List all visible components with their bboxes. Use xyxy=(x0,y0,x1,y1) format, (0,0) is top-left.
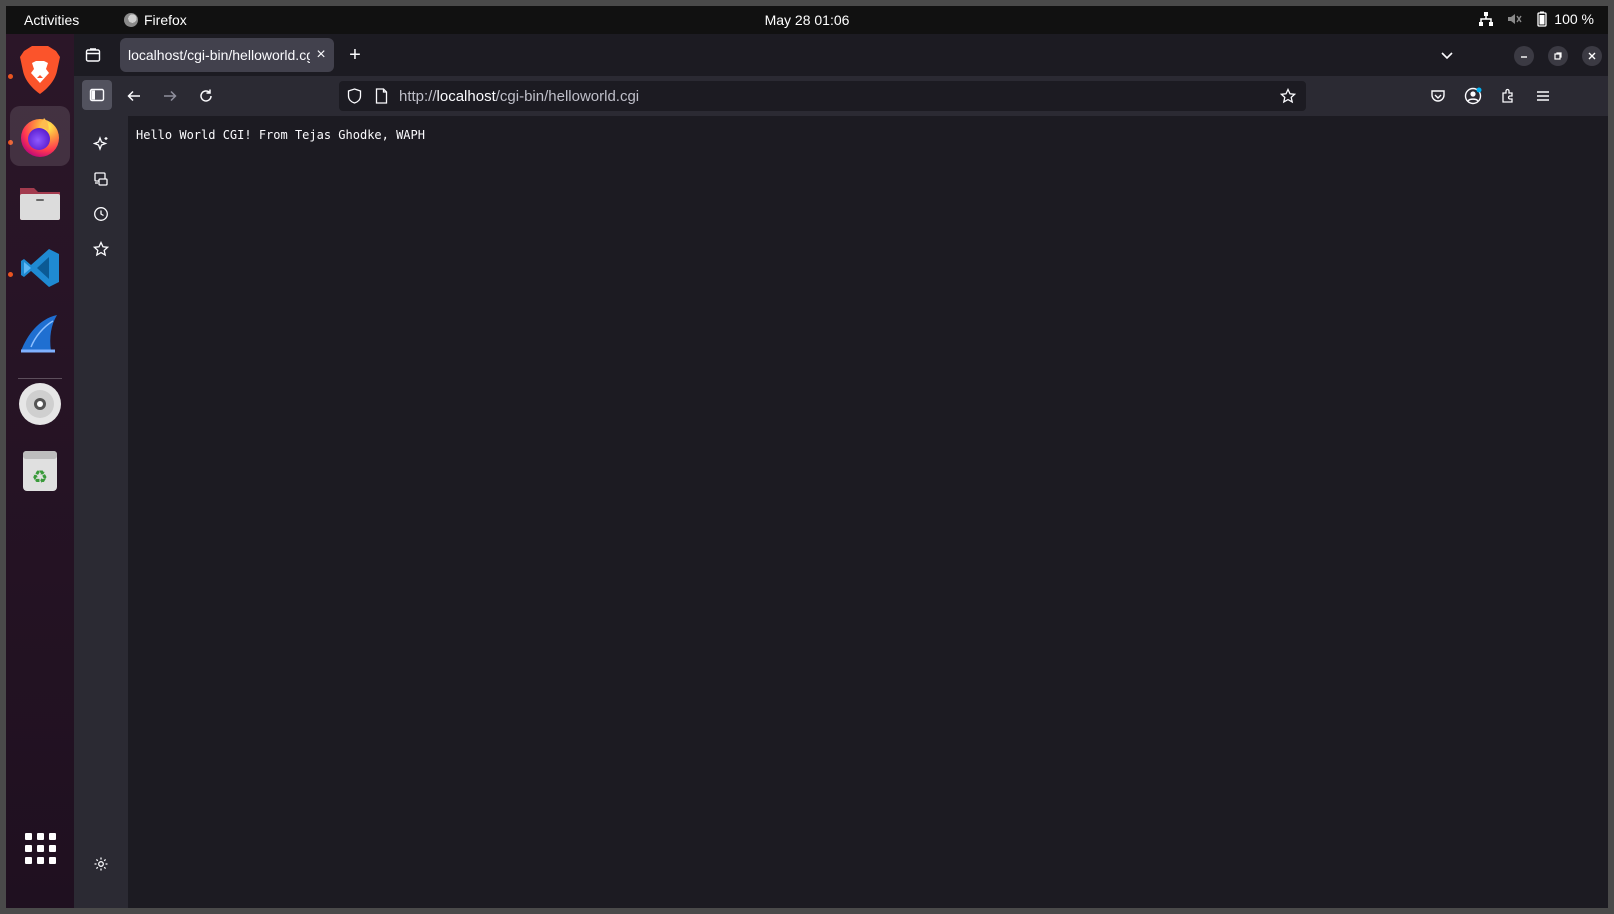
dock-vscode[interactable] xyxy=(10,238,70,298)
activities-button[interactable]: Activities xyxy=(24,12,79,28)
star-icon xyxy=(1280,88,1296,104)
dock: ♻ xyxy=(6,34,74,908)
bookmark-page-button[interactable] xyxy=(1279,87,1297,105)
forward-button[interactable] xyxy=(156,82,184,110)
dock-files[interactable] xyxy=(10,172,70,232)
bookmarks-icon xyxy=(93,241,109,257)
svg-text:♻: ♻ xyxy=(32,467,48,488)
tracking-protection-button[interactable] xyxy=(345,87,363,105)
tab-close-button[interactable]: × xyxy=(312,46,330,64)
firefox-view-icon xyxy=(85,48,101,62)
ai-chatbot-icon xyxy=(93,136,108,151)
network-icon xyxy=(1479,12,1494,26)
clock[interactable]: May 28 01:06 xyxy=(765,12,850,28)
url-scheme: http:// xyxy=(399,88,437,105)
sidebar-bookmarks-button[interactable] xyxy=(87,235,115,263)
maximize-button[interactable] xyxy=(1548,46,1568,66)
restore-icon xyxy=(1554,52,1562,60)
page-icon xyxy=(375,88,387,104)
synced-tabs-icon xyxy=(94,172,108,186)
brave-lion-icon xyxy=(20,46,60,94)
pocket-button[interactable] xyxy=(1424,82,1452,110)
url-text[interactable]: http://localhost/cgi-bin/helloworld.cgi xyxy=(399,88,639,105)
chevron-down-icon xyxy=(1441,52,1453,60)
tab-title: localhost/cgi-bin/helloworld.cgi xyxy=(128,47,310,63)
firefox-small-icon xyxy=(124,13,138,27)
nav-toolbar: http://localhost/cgi-bin/helloworld.cgi xyxy=(74,76,1608,116)
arrow-left-icon xyxy=(127,90,140,102)
new-tab-button[interactable]: + xyxy=(344,44,366,66)
sidebar-history-button[interactable] xyxy=(87,200,115,228)
disc-icon xyxy=(19,383,61,425)
url-host: localhost xyxy=(436,88,496,105)
url-bar[interactable]: http://localhost/cgi-bin/helloworld.cgi xyxy=(339,81,1306,111)
list-all-tabs-button[interactable] xyxy=(1436,44,1458,66)
battery-label: 100 % xyxy=(1554,11,1594,27)
show-apps-button[interactable] xyxy=(10,818,70,878)
minimize-icon xyxy=(1521,56,1527,58)
battery-icon xyxy=(1537,11,1547,27)
menu-icon xyxy=(1537,91,1549,101)
firefox-window: localhost/cgi-bin/helloworld.cgi × + htt… xyxy=(74,34,1608,908)
tab-active[interactable]: localhost/cgi-bin/helloworld.cgi × xyxy=(120,38,334,72)
dock-brave-browser[interactable] xyxy=(10,40,70,100)
account-icon xyxy=(1464,87,1482,105)
close-window-button[interactable] xyxy=(1582,46,1602,66)
dock-optical-disc[interactable] xyxy=(10,374,70,434)
history-icon xyxy=(94,207,108,221)
minimize-button[interactable] xyxy=(1514,46,1534,66)
reload-icon xyxy=(200,89,212,102)
wireshark-fin-icon xyxy=(21,315,57,353)
firefox-icon xyxy=(21,118,59,157)
app-menu-button[interactable] xyxy=(1529,82,1557,110)
top-bar: Activities Firefox May 28 01:06 100 % xyxy=(6,6,1608,34)
sidebar-icon xyxy=(89,88,105,102)
dock-wireshark[interactable] xyxy=(10,304,70,364)
page-content: Hello World CGI! From Tejas Ghodke, WAPH xyxy=(128,116,1608,908)
app-grid-icon xyxy=(24,832,56,864)
back-button[interactable] xyxy=(120,82,148,110)
reload-button[interactable] xyxy=(192,82,220,110)
sidebar-launcher xyxy=(74,116,128,908)
vscode-icon xyxy=(21,249,59,287)
folder-icon xyxy=(20,188,60,220)
system-tray[interactable]: 100 % xyxy=(1478,11,1594,27)
close-icon xyxy=(1588,52,1596,60)
account-button[interactable] xyxy=(1459,82,1487,110)
site-info-button[interactable] xyxy=(372,87,390,105)
shield-icon xyxy=(347,88,361,104)
extensions-button[interactable] xyxy=(1494,82,1522,110)
url-path: /cgi-bin/helloworld.cgi xyxy=(495,88,640,105)
extensions-icon xyxy=(1502,88,1513,103)
dock-trash[interactable]: ♻ xyxy=(10,440,70,500)
sidebar-toggle-button[interactable] xyxy=(82,80,112,110)
app-menu[interactable]: Firefox xyxy=(124,12,187,28)
tab-strip: localhost/cgi-bin/helloworld.cgi × + xyxy=(74,34,1608,76)
settings-icon xyxy=(94,857,108,871)
sidebar-settings-button[interactable] xyxy=(87,850,115,878)
trash-icon: ♻ xyxy=(23,451,57,491)
arrow-right-icon xyxy=(164,90,177,102)
volume-muted-icon xyxy=(1508,14,1522,24)
dock-firefox[interactable] xyxy=(10,106,70,166)
page-body-text: Hello World CGI! From Tejas Ghodke, WAPH xyxy=(136,128,425,142)
sidebar-ai-chatbot-button[interactable] xyxy=(87,130,115,158)
sidebar-synced-tabs-button[interactable] xyxy=(87,165,115,193)
clock-container: May 28 01:06 xyxy=(6,12,1608,28)
desktop-screen: Activities Firefox May 28 01:06 100 % ♻ … xyxy=(6,6,1608,908)
firefox-view-button[interactable] xyxy=(82,44,104,66)
pocket-icon xyxy=(1431,90,1445,102)
app-menu-label: Firefox xyxy=(144,12,187,28)
